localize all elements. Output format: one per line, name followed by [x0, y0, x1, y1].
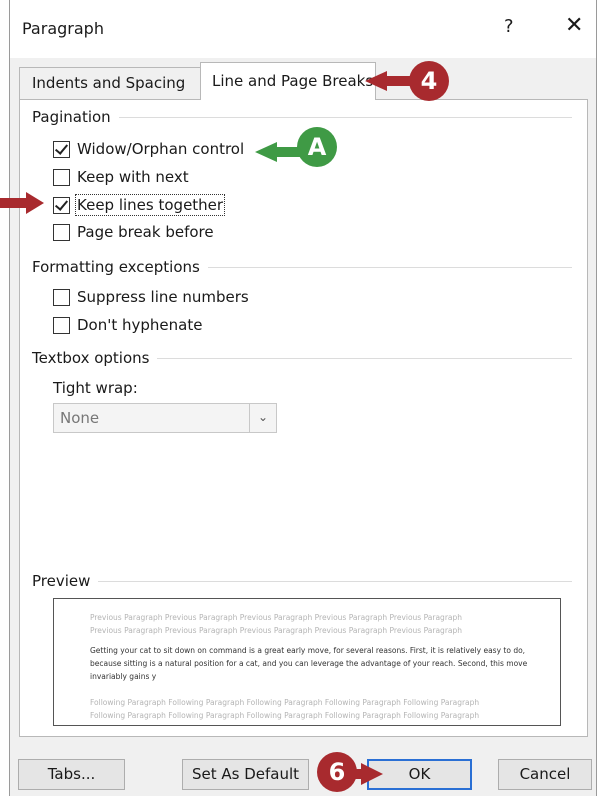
cancel-button[interactable]: Cancel: [498, 759, 592, 790]
checkbox-label: Don't hyphenate: [77, 316, 203, 334]
tight-wrap-label: Tight wrap:: [53, 379, 138, 397]
checkbox-label: Keep lines together: [74, 194, 226, 216]
button-label: Set As Default: [191, 765, 300, 783]
preview-previous-paragraph: Previous Paragraph Previous Paragraph Pr…: [90, 613, 463, 622]
help-button[interactable]: ?: [504, 16, 514, 37]
formatting-heading: Formatting exceptions: [32, 258, 208, 276]
preview-following-paragraph: Following Paragraph Following Paragraph …: [90, 698, 480, 707]
preview-current-paragraph: Getting your cat to sit down on command …: [90, 646, 528, 681]
tab-panel: Pagination Widow/Orphan control Keep wit…: [19, 99, 588, 737]
callout-a-badge: A: [297, 127, 337, 167]
keep-with-next-option[interactable]: Keep with next: [53, 168, 189, 186]
preview-following-paragraph: Following Paragraph Following Paragraph …: [90, 711, 480, 720]
button-label: OK: [408, 765, 431, 783]
button-label: Cancel: [519, 765, 571, 783]
checkbox-label: Widow/Orphan control: [77, 140, 245, 158]
chevron-down-icon[interactable]: ⌄: [249, 404, 276, 432]
tight-wrap-select[interactable]: None ⌄: [53, 403, 277, 433]
tab-line-and-page-breaks[interactable]: Line and Page Breaks: [200, 62, 376, 100]
preview-previous-paragraph: Previous Paragraph Previous Paragraph Pr…: [90, 626, 463, 635]
button-label: Tabs...: [47, 765, 96, 783]
checkbox-label: Keep with next: [77, 168, 189, 186]
preview-heading: Preview: [32, 572, 99, 590]
pagination-heading: Pagination: [32, 108, 119, 126]
preview-divider: [32, 581, 572, 582]
widow-orphan-option[interactable]: Widow/Orphan control: [53, 140, 244, 158]
callout-6-badge: 6: [317, 752, 357, 792]
title-bar: Paragraph ? ✕: [10, 0, 596, 58]
checkbox-label: Suppress line numbers: [77, 288, 249, 306]
callout-4-arrow-icon: [365, 71, 415, 91]
keep-lines-together-checkbox[interactable]: [53, 196, 70, 214]
set-as-default-button[interactable]: Set As Default: [182, 759, 309, 790]
suppress-line-numbers-checkbox[interactable]: [53, 288, 70, 306]
tab-label: Indents and Spacing: [32, 74, 186, 92]
dont-hyphenate-checkbox[interactable]: [53, 316, 70, 334]
widow-orphan-checkbox[interactable]: [53, 140, 70, 158]
preview-box: Previous Paragraph Previous Paragraph Pr…: [53, 598, 561, 726]
close-button[interactable]: ✕: [565, 13, 583, 38]
tab-indents-and-spacing[interactable]: Indents and Spacing: [19, 67, 202, 99]
page-break-before-checkbox[interactable]: [53, 223, 70, 241]
paragraph-dialog: Paragraph ? ✕ Indents and Spacing Line a…: [9, 0, 597, 796]
keep-lines-together-option[interactable]: Keep lines together: [53, 194, 226, 216]
dialog-title: Paragraph: [22, 19, 104, 38]
dont-hyphenate-option[interactable]: Don't hyphenate: [53, 316, 202, 334]
suppress-line-numbers-option[interactable]: Suppress line numbers: [53, 288, 249, 306]
select-value: None: [60, 409, 100, 427]
keep-with-next-checkbox[interactable]: [53, 168, 70, 186]
tabs-button[interactable]: Tabs...: [18, 759, 125, 790]
textbox-heading: Textbox options: [32, 349, 158, 367]
page-break-before-option[interactable]: Page break before: [53, 223, 214, 241]
callout-4-badge: 4: [409, 61, 449, 101]
left-callout-arrow-icon: [0, 192, 44, 214]
checkbox-label: Page break before: [77, 223, 214, 241]
tab-label: Line and Page Breaks: [212, 72, 374, 90]
